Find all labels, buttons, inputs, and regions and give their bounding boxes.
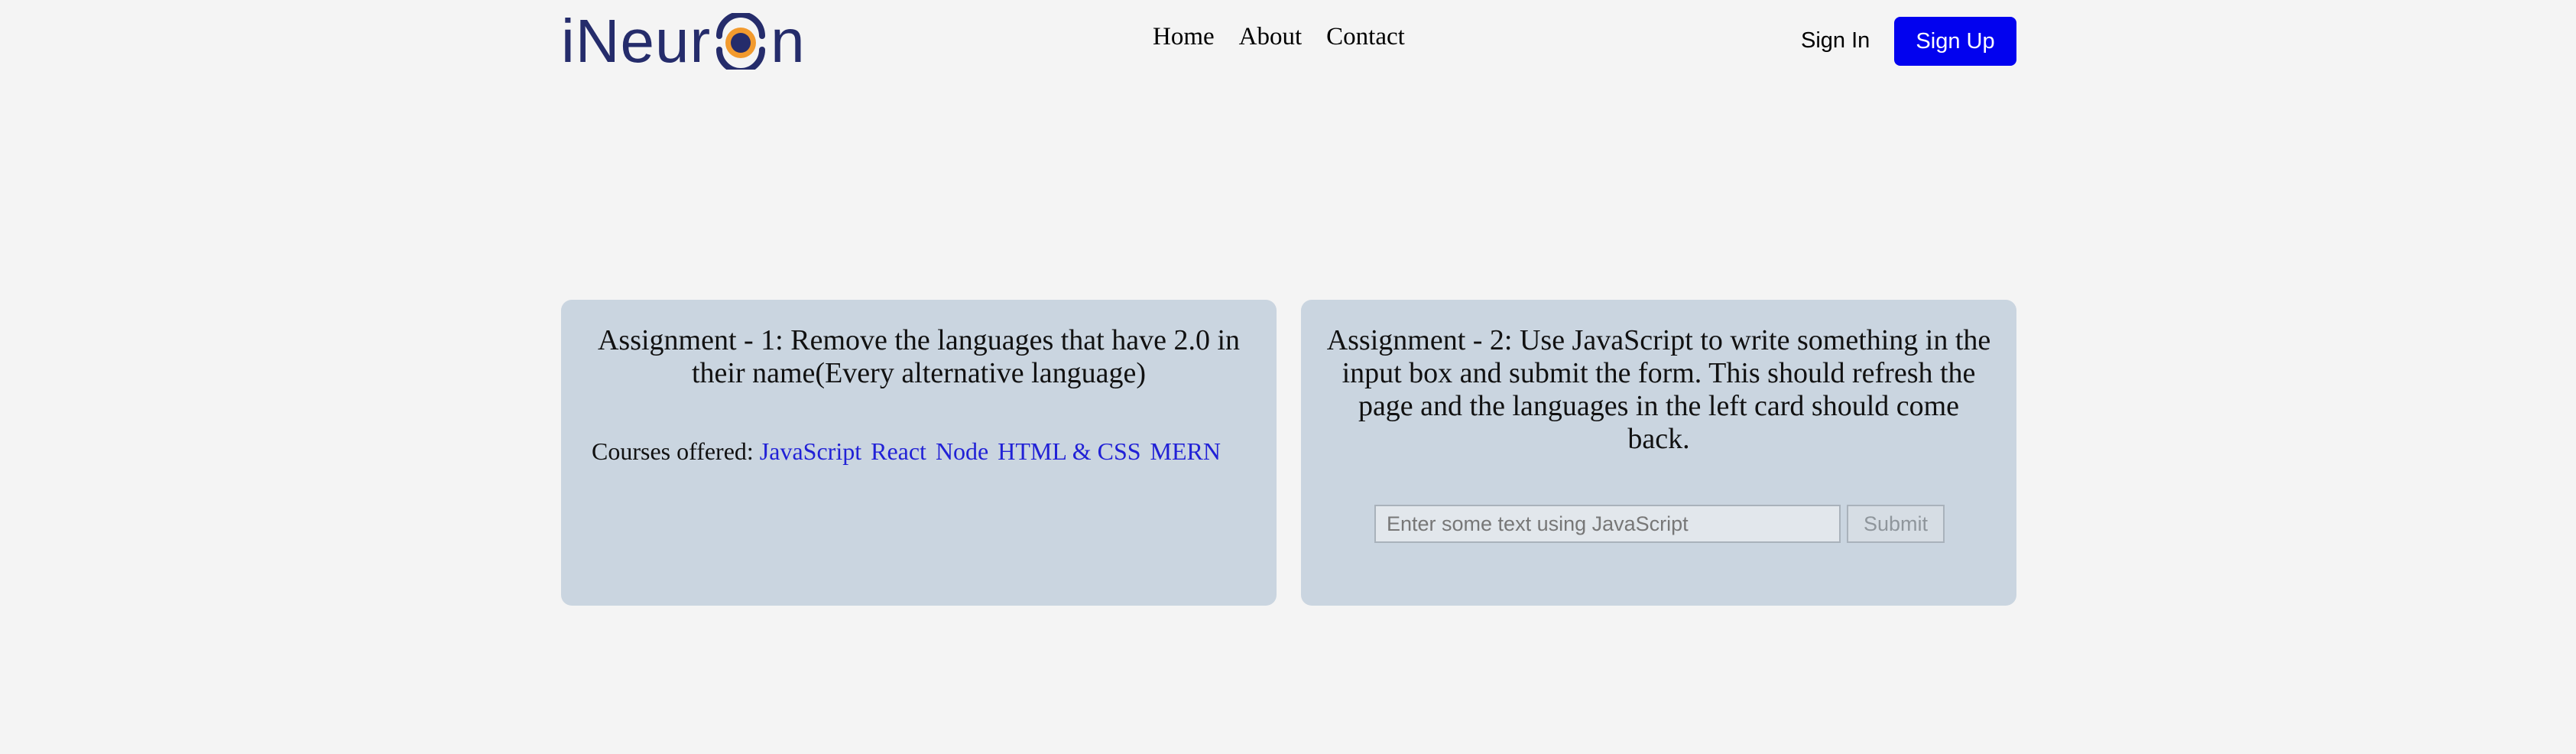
course-link-mern[interactable]: MERN xyxy=(1150,437,1221,465)
nav-about-link[interactable]: About xyxy=(1239,23,1303,51)
top-navbar: iNeur n Home About Contact Sign In Sign … xyxy=(561,0,2016,83)
courses-offered: Courses offered: JavaScript React Node HTML… xyxy=(592,437,1261,466)
courses-label: Courses offered: xyxy=(592,437,754,465)
assignment-2-title: Assignment - 2: Use JavaScript to write … xyxy=(1326,324,1991,455)
sign-in-link[interactable]: Sign In xyxy=(1801,17,1870,64)
course-link-javascript[interactable]: JavaScript xyxy=(760,437,861,465)
course-link-html-css[interactable]: HTML & CSS xyxy=(998,437,1140,465)
logo-text-suffix: n xyxy=(771,7,806,75)
assignment-1-title: Assignment - 1: Remove the languages tha… xyxy=(597,324,1241,389)
assignment-2-card: Assignment - 2: Use JavaScript to write … xyxy=(1301,300,2016,606)
submit-button[interactable]: Submit xyxy=(1847,505,1945,543)
logo-target-icon xyxy=(712,11,769,74)
nav-contact-link[interactable]: Contact xyxy=(1326,23,1405,51)
sign-up-button[interactable]: Sign Up xyxy=(1894,17,2016,66)
assignment-1-card: Assignment - 1: Remove the languages tha… xyxy=(561,300,1277,606)
assignment-2-form: Submit xyxy=(1374,505,1945,543)
nav-home-link[interactable]: Home xyxy=(1153,23,1215,51)
course-link-react[interactable]: React xyxy=(871,437,926,465)
course-link-node[interactable]: Node xyxy=(936,437,988,465)
main-nav: Home About Contact xyxy=(1153,23,1405,51)
javascript-text-input[interactable] xyxy=(1374,505,1841,543)
logo-text-prefix: iNeur xyxy=(561,7,712,75)
ineuron-logo[interactable]: iNeur n xyxy=(561,7,806,75)
